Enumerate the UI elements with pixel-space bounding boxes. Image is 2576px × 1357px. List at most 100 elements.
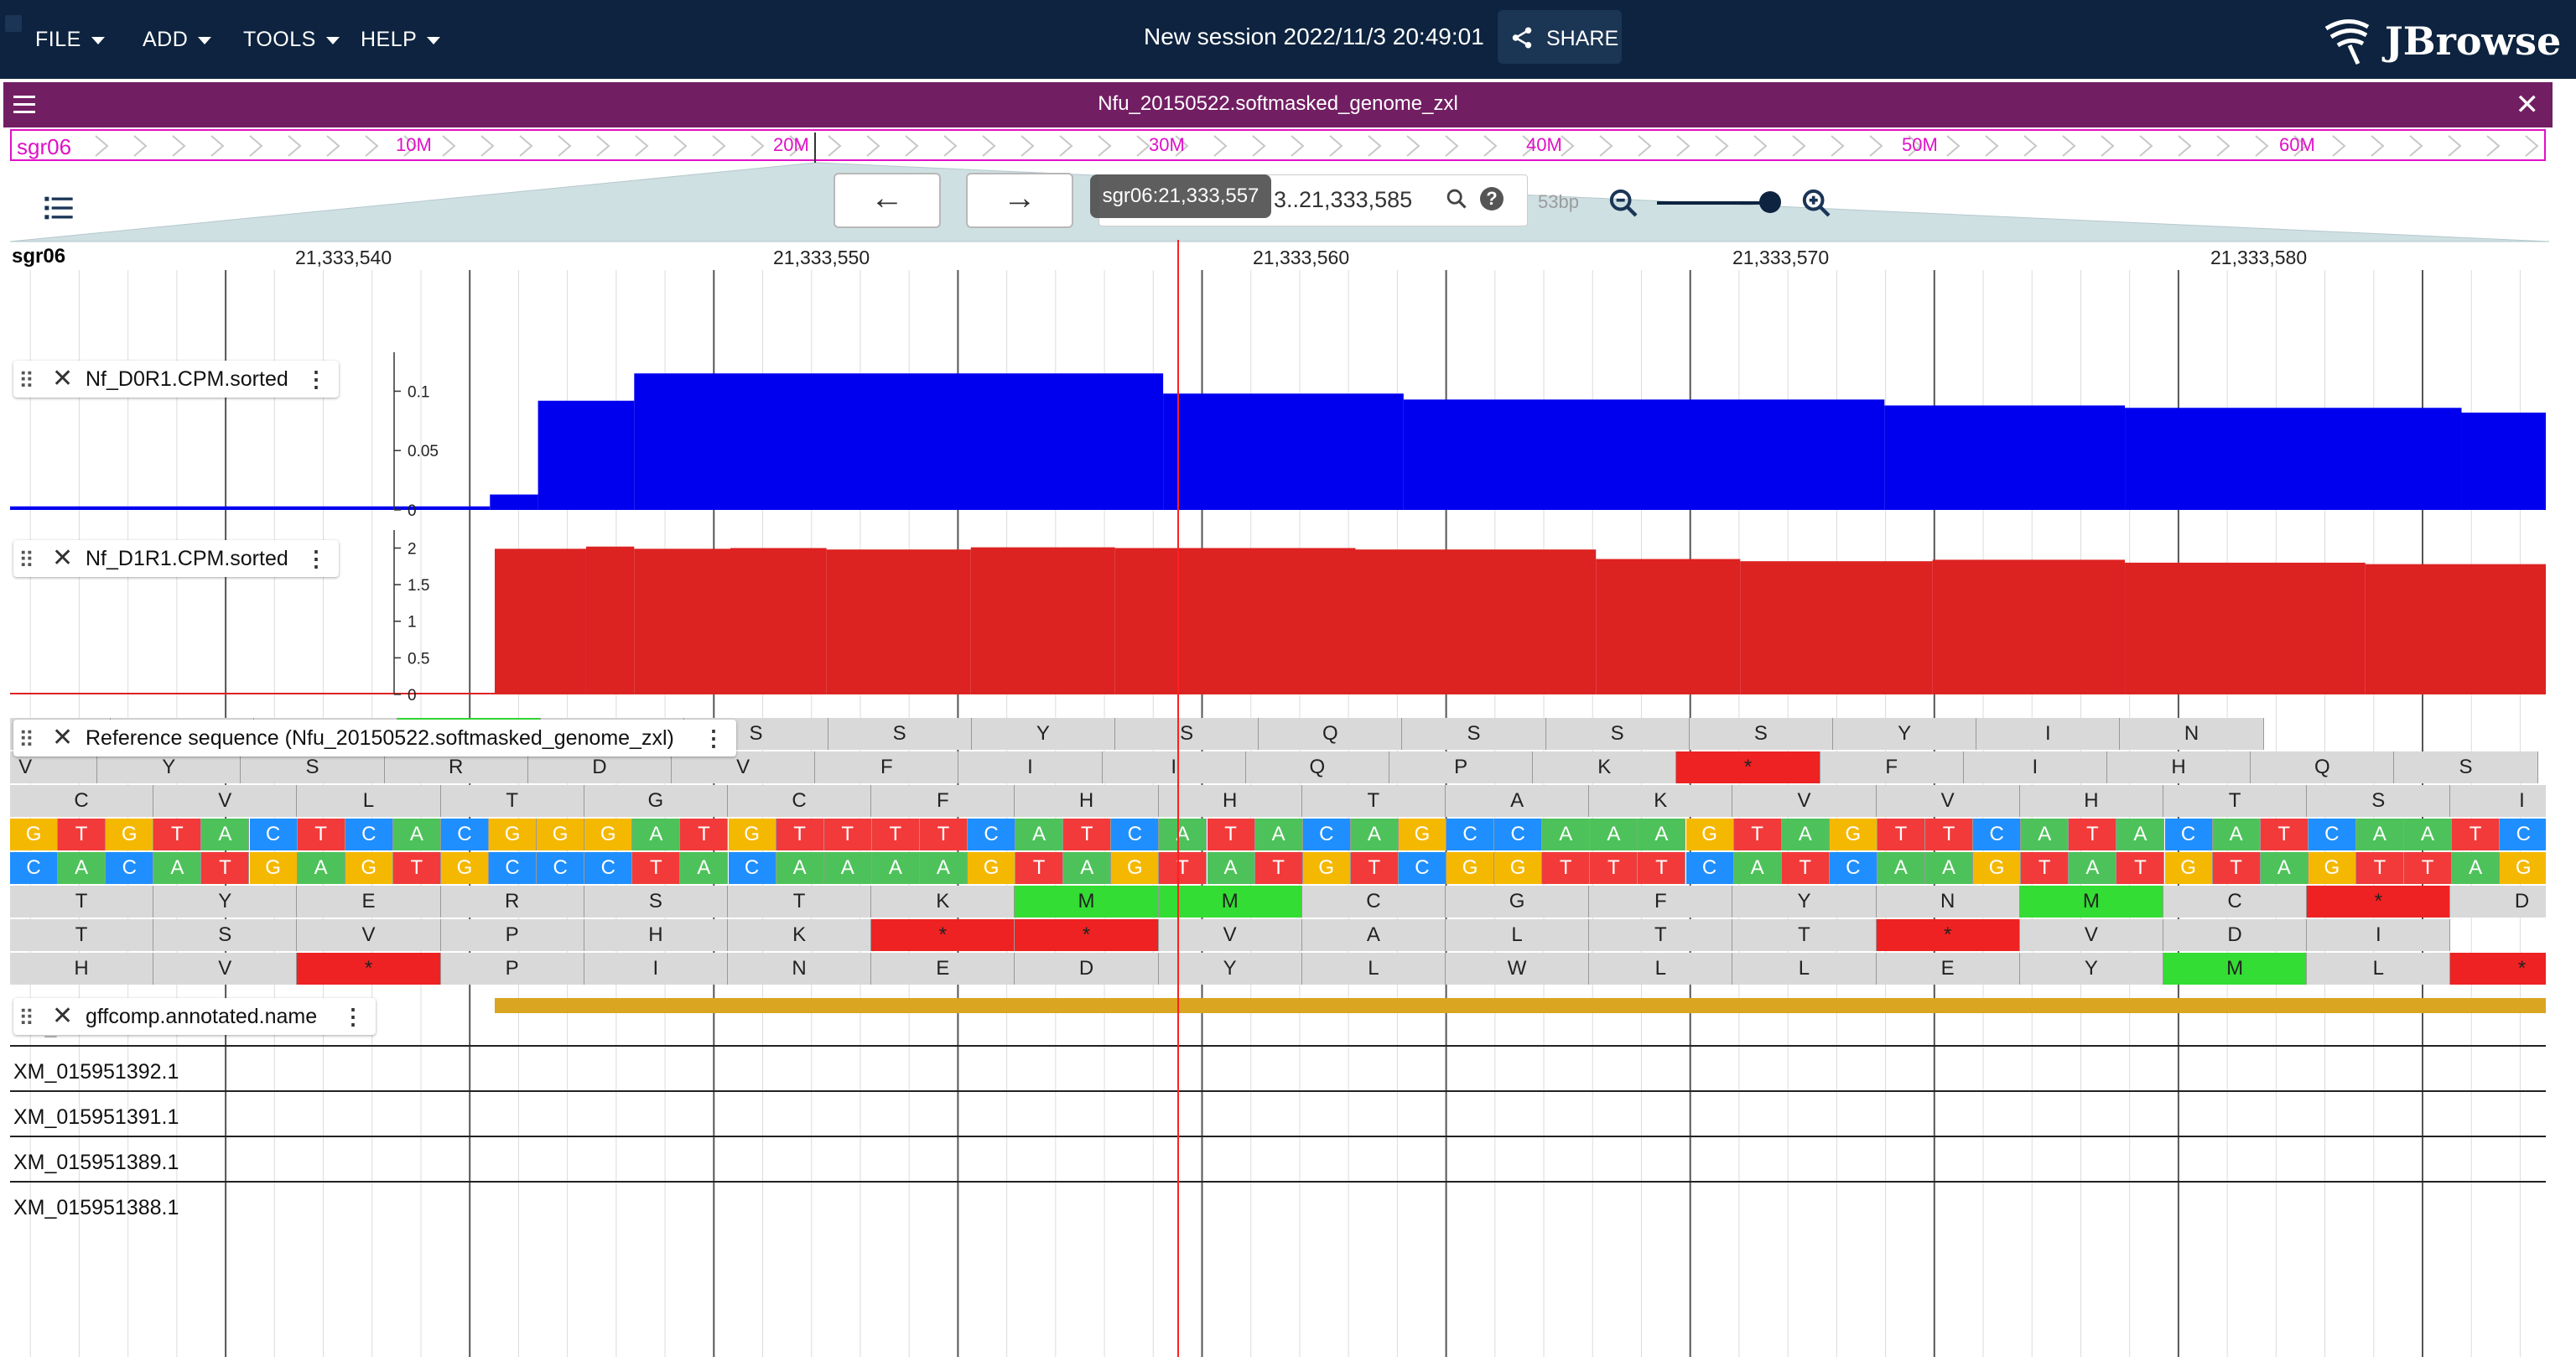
base-cell: G [2308,852,2356,884]
track-menu-icon[interactable]: ⋮ [703,720,724,756]
base-cell: C [489,852,538,884]
share-icon [1512,27,1532,49]
codon-cell: * [297,953,441,985]
feature-label[interactable]: XM_015951391.1 [13,1105,179,1130]
menu-file[interactable]: FILE [35,0,105,79]
track-selector-icon[interactable] [42,191,75,225]
codon-cell: I [584,953,728,985]
scroll-right-button[interactable]: → [966,173,1073,228]
close-track-icon[interactable]: ✕ [52,998,73,1035]
track-label-nf-d1r1[interactable]: ⠿ ✕ Nf_D1R1.CPM.sorted ⋮ [13,540,339,577]
base-cell: T [1254,852,1303,884]
session-title[interactable]: New session 2022/11/3 20:49:01 [1144,23,1484,50]
codon-cell: D [2450,886,2546,918]
zoom-slider-track[interactable] [1657,201,1774,205]
codon-cell: * [1876,919,2020,951]
feature-label[interactable]: XM_015951389.1 [13,1151,179,1175]
base-cell: G [345,852,393,884]
coverage-bar [495,549,586,694]
track-label-nf-d0r1[interactable]: ⠿ ✕ Nf_D0R1.CPM.sorted ⋮ [13,361,339,398]
close-track-icon[interactable]: ✕ [52,720,73,756]
sequence-row: CACATGAGTGCCCTACAAAAGTAGTATGTCGGTTTCATCA… [10,852,2546,884]
codon-cell: Q [2251,751,2395,783]
base-cell: T [1350,852,1399,884]
coverage-bar [634,549,730,694]
base-cell: G [489,819,538,850]
drag-handle-icon[interactable]: ⠿ [18,542,34,579]
base-cell: T [2212,852,2261,884]
base-cell: G [584,819,633,850]
base-cell: T [919,819,968,850]
base-cell: T [1733,819,1782,850]
help-icon[interactable]: ? [1480,187,1504,211]
base-cell: C [10,852,59,884]
close-track-icon[interactable]: ✕ [52,540,73,577]
base-cell: A [392,819,441,850]
codon-cell: Y [971,718,1115,750]
track-label-reference-sequence[interactable]: ⠿ ✕ Reference sequence (Nfu_20150522.sof… [13,720,736,756]
base-cell: T [680,819,729,850]
codon-cell: F [1589,886,1733,918]
feature-label[interactable]: XM_015951388.1 [13,1196,179,1220]
base-cell: C [2308,819,2356,850]
y-axis-tick-label: 1 [408,614,417,632]
track-menu-icon[interactable]: ⋮ [305,540,327,577]
track-label-gffcomp[interactable]: ⠿ ✕ gffcomp.annotated.name ⋮ [13,998,376,1035]
chevron-down-icon [91,36,105,44]
coverage-track-1-plot: 0.1 0.05 0 [10,352,2546,520]
feature-line[interactable] [10,1181,2546,1183]
base-cell: T [2404,852,2453,884]
jbrowse-logo-icon [2324,19,2370,65]
zoom-in-icon[interactable] [1800,186,1833,220]
menu-help-label: HELP [361,28,418,51]
codon-cell: N [2120,718,2264,750]
codon-cell: L [1301,953,1446,985]
base-cell: C [1973,819,2022,850]
track-menu-icon[interactable]: ⋮ [342,998,364,1035]
ruler-tick-label: 21,333,570 [1732,247,1830,268]
base-cell: T [58,819,106,850]
base-cell: G [1973,852,2022,884]
base-cell: C [584,852,633,884]
feature-label[interactable]: XM_015951392.1 [13,1060,179,1084]
base-cell: A [1159,819,1208,850]
coverage-bar [490,693,495,694]
codon-cell: H [1158,785,1302,817]
ruler-tick-label: 21,333,580 [2210,247,2308,268]
feature-line[interactable] [10,1136,2546,1137]
close-track-icon[interactable]: ✕ [52,361,73,398]
feature-line[interactable] [10,1090,2546,1092]
codon-cell: T [10,886,154,918]
coverage-bar [634,373,1164,510]
y-axis-tick-label: 0 [408,502,417,520]
scroll-left-button[interactable]: ← [834,173,941,228]
codon-cell: T [1589,919,1733,951]
chevron-down-icon [198,36,212,44]
ruler-tick-label: 21,333,550 [773,247,870,268]
menu-help[interactable]: HELP [361,0,441,79]
feature-line[interactable] [10,1045,2546,1047]
base-cell: T [871,819,920,850]
base-cell: A [1015,819,1064,850]
codon-cell: V [153,953,298,985]
zoom-out-icon[interactable] [1607,186,1640,220]
share-button[interactable]: SHARE [1498,10,1622,64]
base-cell: G [1302,852,1351,884]
zoom-slider-thumb[interactable] [1759,191,1781,213]
base-cell: A [680,852,729,884]
drag-handle-icon[interactable]: ⠿ [18,721,34,758]
coverage-bar [10,506,491,510]
search-icon[interactable] [1445,187,1468,211]
linear-genome-view: Nfu_20150522.softmasked_genome_zxl ✕ sgr… [3,82,2553,1357]
drag-handle-icon[interactable]: ⠿ [18,1000,34,1037]
base-cell: C [728,852,776,884]
drag-handle-icon[interactable]: ⠿ [18,362,34,399]
codon-cell: S [1115,718,1259,750]
menu-add[interactable]: ADD [143,0,212,79]
codon-cell: K [728,919,872,951]
menu-tools[interactable]: TOOLS [243,0,340,79]
track-menu-icon[interactable]: ⋮ [305,361,327,398]
menu-tools-label: TOOLS [243,28,316,51]
coverage-bar [1403,399,1885,510]
base-cell: G [249,852,298,884]
